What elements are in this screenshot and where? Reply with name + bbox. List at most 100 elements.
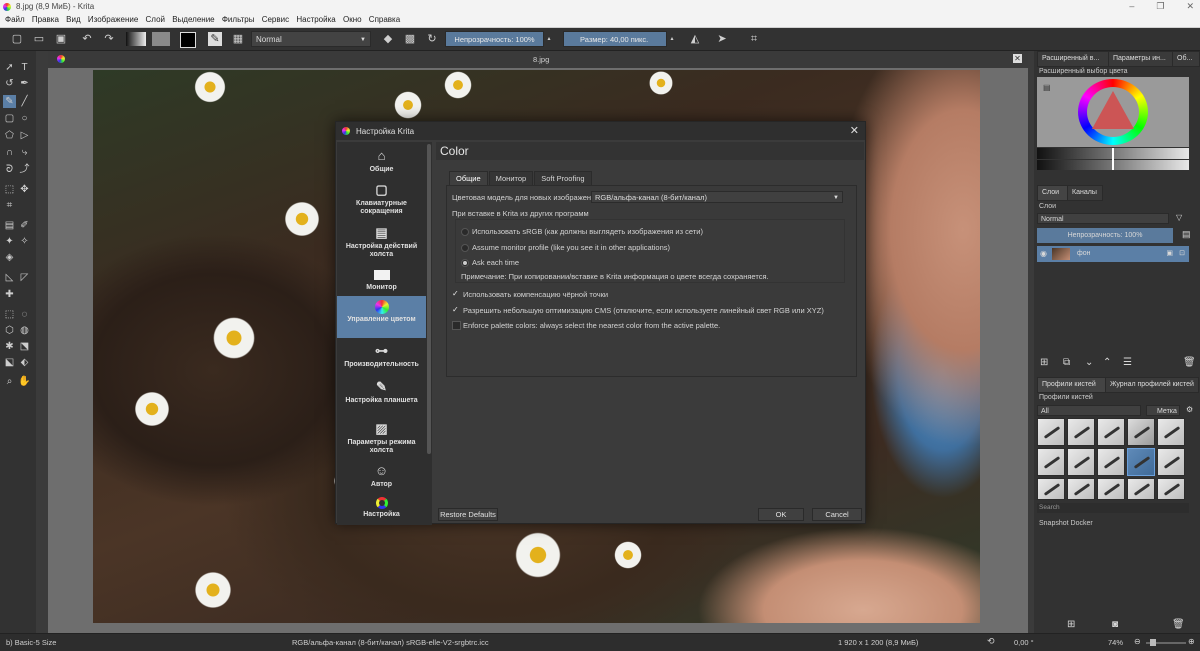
mirror-horizontal-icon[interactable]: ◭ [688, 32, 702, 46]
fill-tool-icon[interactable]: ◈ [3, 251, 16, 264]
zoom-in-icon[interactable]: ⊕ [1188, 637, 1195, 646]
nav-item-tablet[interactable]: ✎ Настройка планшета [337, 379, 426, 405]
nav-item-display[interactable]: Монитор [337, 268, 426, 292]
brush-preset[interactable] [1067, 448, 1095, 476]
elliptical-select-icon[interactable]: ◌ [18, 308, 31, 321]
tab-general[interactable]: Общие [449, 171, 488, 185]
nav-item-canvas-only[interactable]: ▨ Параметры режима холста [337, 421, 426, 455]
nav-item-general[interactable]: ⌂ Общие [337, 148, 426, 174]
undo-icon[interactable]: ↶ [80, 32, 94, 46]
brush-settings-icon[interactable]: ⚙ [1186, 405, 1193, 414]
layer-properties-icon[interactable]: ▤ [1182, 229, 1191, 240]
smart-patch-icon[interactable]: ✧ [18, 235, 31, 248]
layer-menu-icon[interactable]: ☰ [1123, 357, 1132, 368]
menu-edit[interactable]: Правка [32, 15, 59, 24]
tab-channels[interactable]: Каналы [1067, 185, 1103, 201]
menu-file[interactable]: Файл [5, 15, 25, 24]
color-history-strip[interactable] [1037, 148, 1189, 170]
menu-layer[interactable]: Слой [146, 15, 165, 24]
brush-preset-selected[interactable] [1127, 448, 1155, 476]
radio-use-srgb[interactable] [461, 228, 469, 236]
new-document-icon[interactable]: ▢ [10, 32, 24, 46]
delete-snapshot-icon[interactable]: 🗑 [1172, 619, 1185, 630]
tab-tool-options[interactable]: Параметры ин... [1108, 51, 1178, 67]
freehand-path-icon[interactable]: ⤷ [18, 146, 31, 159]
crop-tool-icon[interactable]: ⌗ [3, 199, 16, 212]
brush-preset[interactable] [1037, 478, 1065, 500]
document-tab-title[interactable]: 8.jpg [533, 55, 549, 64]
delete-layer-icon[interactable]: 🗑 [1183, 357, 1196, 368]
nav-item-author[interactable]: ☺ Автор [337, 463, 426, 489]
tab-soft-proofing[interactable]: Soft Proofing [534, 171, 592, 185]
zoom-out-icon[interactable]: ⊖ [1134, 637, 1141, 646]
assistant-tool-icon[interactable]: ◺ [3, 271, 16, 284]
brush-preset-icon[interactable]: ✎ [208, 32, 222, 46]
ok-button[interactable]: OK [758, 508, 804, 521]
rectangular-select-icon[interactable]: ⬚ [3, 308, 16, 321]
redo-icon[interactable]: ↷ [102, 32, 116, 46]
nav-scrollbar[interactable] [426, 142, 432, 525]
current-brush-status[interactable]: b) Basic-5 Size [6, 638, 56, 647]
menu-image[interactable]: Изображение [88, 15, 138, 24]
layer-row[interactable]: ◉ фон ▣ ⊡ [1037, 246, 1189, 262]
rectangle-tool-icon[interactable]: ▢ [3, 112, 16, 125]
tab-overview[interactable]: Об... [1172, 51, 1200, 67]
zoom-tool-icon[interactable]: ⌕ [3, 375, 16, 388]
alpha-lock-icon[interactable]: ▣ [1166, 249, 1173, 257]
colorize-mask-icon[interactable]: ✦ [3, 235, 16, 248]
foreground-background-colors-icon[interactable] [180, 32, 196, 48]
radio-monitor-profile[interactable] [461, 244, 469, 252]
brush-preset[interactable] [1127, 418, 1155, 446]
nav-item-canvas-input[interactable]: ▤ Настройка действий холста [337, 225, 426, 259]
ellipse-tool-icon[interactable]: ○ [18, 112, 31, 125]
brush-preset[interactable] [1067, 418, 1095, 446]
contiguous-select-icon[interactable]: ✱ [3, 340, 16, 353]
add-layer-icon[interactable]: ⊞ [1040, 357, 1048, 368]
menu-view[interactable]: Вид [66, 15, 80, 24]
similar-select-icon[interactable]: ⬔ [18, 340, 31, 353]
close-document-icon[interactable]: ✕ [1013, 54, 1022, 63]
add-snapshot-icon[interactable]: ⊞ [1067, 619, 1075, 630]
duplicate-layer-icon[interactable]: ⧉ [1063, 357, 1070, 368]
pan-tool-icon[interactable]: ✋ [18, 375, 31, 388]
gradient-tool-icon[interactable]: ▤ [3, 219, 16, 232]
reference-images-icon[interactable]: ✚ [3, 288, 16, 301]
layer-blend-select[interactable]: Normal [1037, 213, 1169, 224]
radio-ask-each-time[interactable] [461, 259, 469, 267]
brush-search-input[interactable]: Search [1037, 503, 1189, 513]
checkbox-enforce-palette[interactable] [452, 321, 461, 330]
dialog-close-icon[interactable]: ✕ [850, 124, 859, 137]
freehand-select-icon[interactable]: ◍ [18, 324, 31, 337]
opacity-spin-icon[interactable]: ▴ [545, 32, 553, 46]
measure-tool-icon[interactable]: ◸ [18, 271, 31, 284]
tab-advanced-color-selector[interactable]: Расширенный в... [1037, 51, 1113, 67]
bezier-tool-icon[interactable]: ∩ [3, 146, 16, 159]
dynamic-brush-icon[interactable]: ᘐ [3, 163, 16, 176]
menu-tools[interactable]: Сервис [262, 15, 289, 24]
pattern-preset-icon[interactable] [152, 32, 170, 46]
tab-display[interactable]: Монитор [488, 171, 534, 185]
menu-filter[interactable]: Фильтры [222, 15, 255, 24]
hue-ring[interactable] [1078, 79, 1148, 145]
menu-window[interactable]: Окно [343, 15, 362, 24]
restore-defaults-button[interactable]: Restore Defaults [438, 508, 498, 521]
minimize-button[interactable]: – [1129, 1, 1134, 12]
maximize-button[interactable]: ❐ [1156, 1, 1164, 12]
menu-help[interactable]: Справка [369, 15, 400, 24]
magnetic-select-icon[interactable]: ⬖ [18, 356, 31, 369]
tab-brush-history[interactable]: Журнал профилей кистей [1105, 377, 1199, 393]
select-shapes-icon[interactable]: ➚ [3, 61, 16, 74]
brush-preset[interactable] [1037, 448, 1065, 476]
scrollbar-thumb[interactable] [427, 144, 431, 454]
brush-preset[interactable] [1037, 418, 1065, 446]
brush-preset[interactable] [1097, 478, 1125, 500]
reload-preset-icon[interactable]: ↻ [425, 32, 439, 46]
checkbox-cms-optimization[interactable]: ✓ [452, 306, 459, 314]
grid-icon[interactable]: ▦ [231, 32, 245, 46]
brush-tag-select[interactable]: Метка [1146, 405, 1180, 416]
polygon-tool-icon[interactable]: ⬠ [3, 129, 16, 142]
size-slider[interactable]: Размер: 40,00 пикс. [563, 31, 667, 47]
brush-preset[interactable] [1157, 478, 1185, 500]
nav-item-color-management[interactable]: Управление цветом [337, 296, 426, 338]
size-spin-icon[interactable]: ▴ [668, 32, 676, 46]
